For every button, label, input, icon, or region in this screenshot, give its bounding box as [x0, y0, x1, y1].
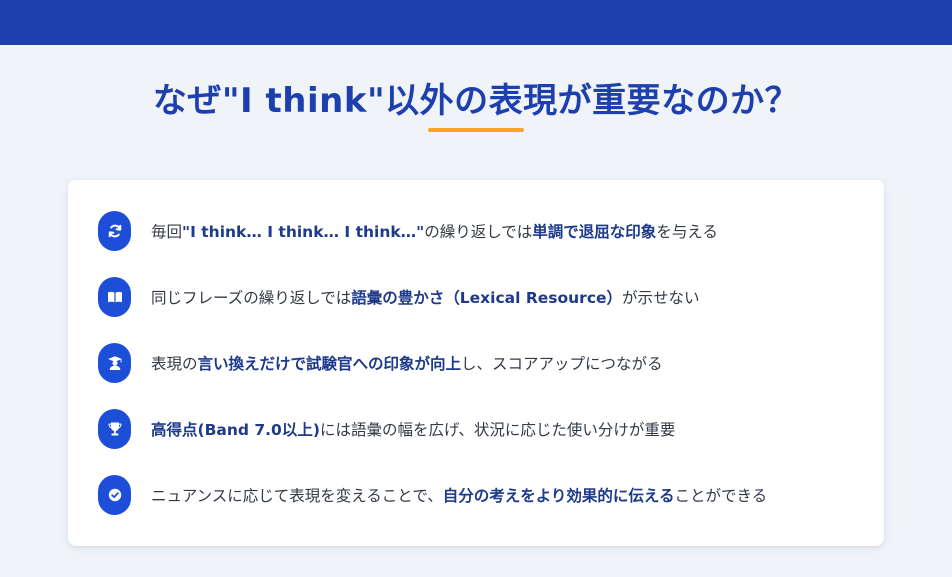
- item-text: 毎回"I think… I think… I think…"の繰り返しでは単調で…: [151, 223, 718, 241]
- item-text: ニュアンスに応じて表現を変えることで、自分の考えをより効果的に伝えることができる: [151, 487, 768, 505]
- book-icon: [98, 277, 131, 317]
- list-item: 高得点(Band 7.0以上)には語彙の幅を広げ、状況に応じた使い分けが重要: [98, 408, 675, 450]
- trophy-icon: [98, 409, 131, 449]
- item-text: 高得点(Band 7.0以上)には語彙の幅を広げ、状況に応じた使い分けが重要: [151, 421, 676, 439]
- top-banner: [0, 0, 952, 45]
- item-text: 表現の言い換えだけで試験官への印象が向上し、スコアアップにつながる: [151, 355, 663, 373]
- list-item: ニュアンスに応じて表現を変えることで、自分の考えをより効果的に伝えることができる: [98, 474, 767, 516]
- title-underline: [428, 128, 524, 132]
- graduate-icon: [98, 343, 131, 383]
- reasons-card: 毎回"I think… I think… I think…"の繰り返しでは単調で…: [68, 180, 884, 546]
- list-item: 表現の言い換えだけで試験官への印象が向上し、スコアアップにつながる: [98, 342, 663, 384]
- page-title: なぜ"I think"以外の表現が重要なのか？: [152, 81, 800, 121]
- list-item: 毎回"I think… I think… I think…"の繰り返しでは単調で…: [98, 210, 718, 252]
- list-item: 同じフレーズの繰り返しでは語彙の豊かさ（Lexical Resource）が示せ…: [98, 276, 700, 318]
- item-text: 同じフレーズの繰り返しでは語彙の豊かさ（Lexical Resource）が示せ…: [151, 289, 700, 307]
- check-circle-icon: [98, 475, 131, 515]
- refresh-icon: [98, 211, 131, 251]
